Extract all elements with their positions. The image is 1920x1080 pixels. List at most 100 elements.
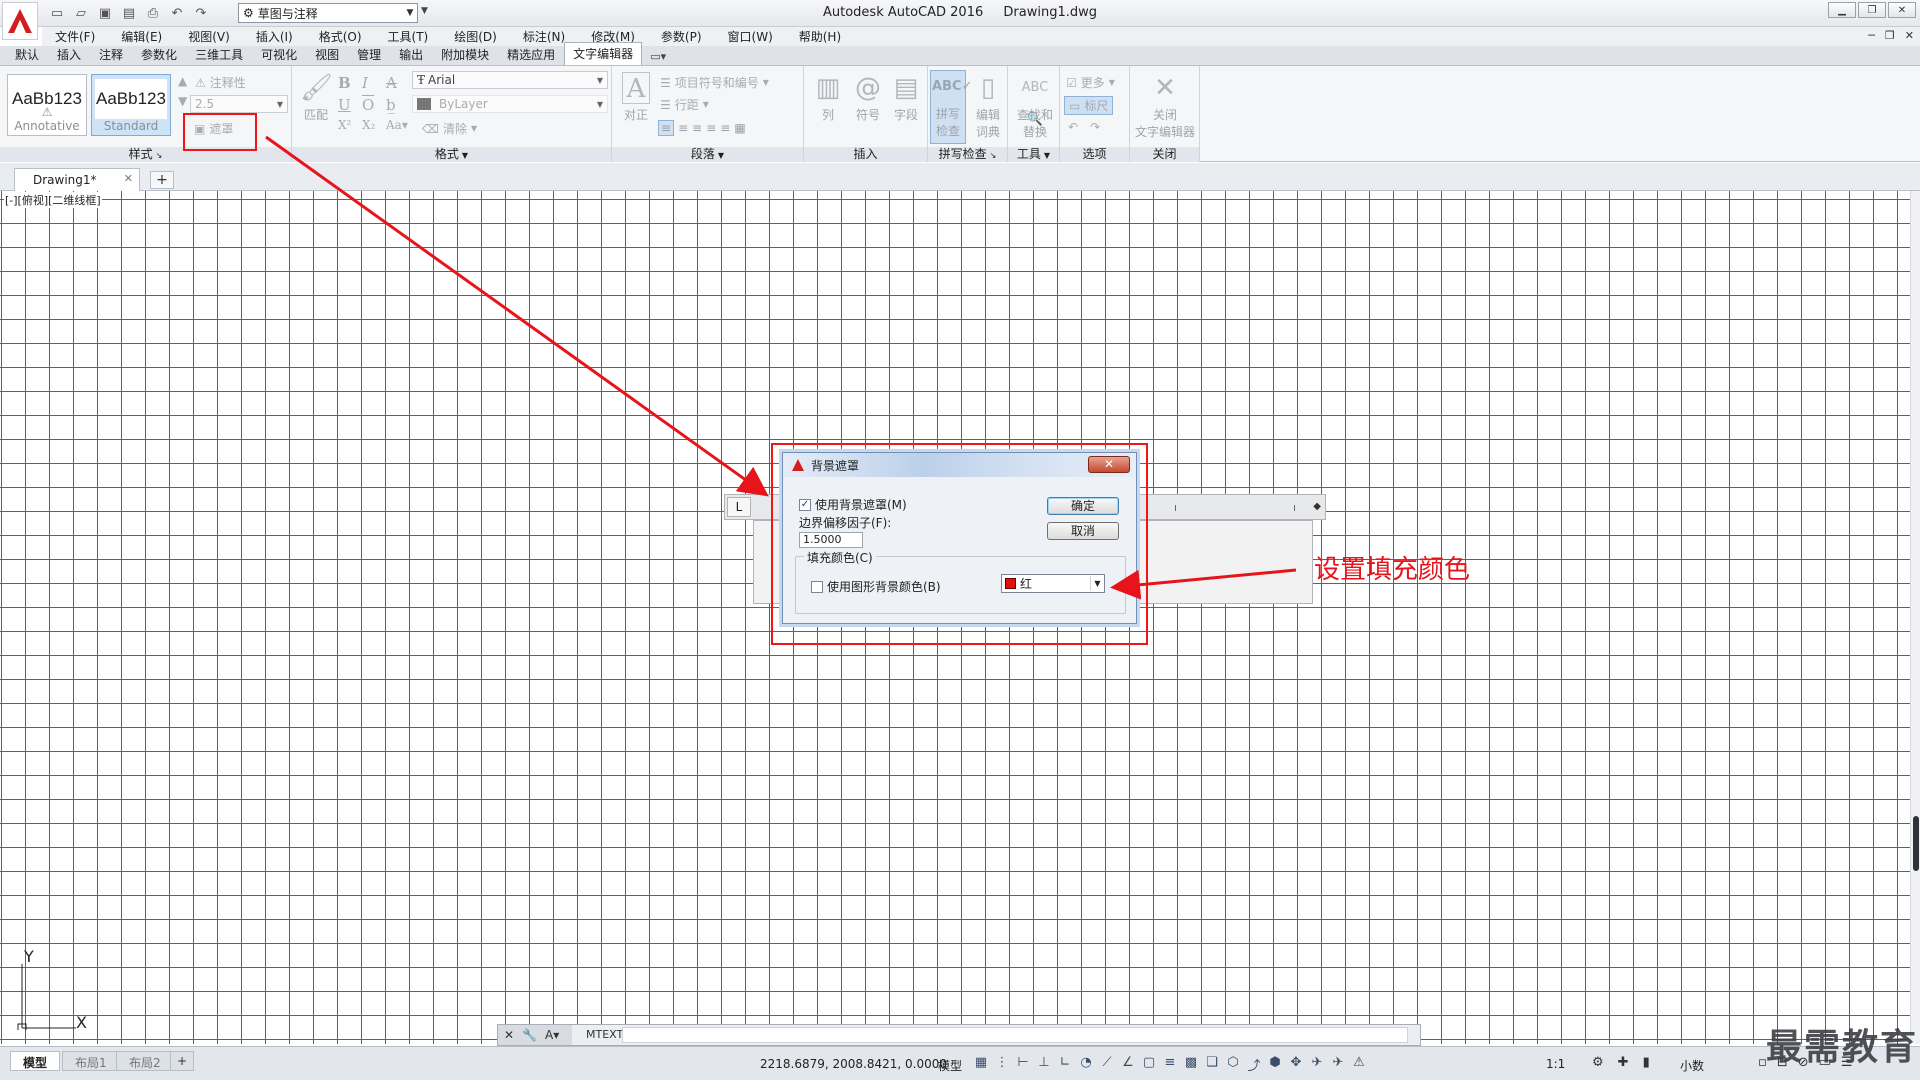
undo-icon[interactable]: ↶ <box>1068 120 1078 134</box>
font-combo[interactable]: Ŧ Arial ▼ <box>412 71 608 89</box>
doc-minimize-icon[interactable]: ─ <box>1868 29 1875 42</box>
layout-tab-layout1[interactable]: 布局1 <box>62 1051 120 1071</box>
close-text-editor-button[interactable]: ✕ 关闭 文字编辑器 <box>1134 72 1196 140</box>
chevron-down-icon[interactable]: ▼ <box>1044 151 1050 160</box>
edit-dictionary-button[interactable]: ▯ 编辑 词典 <box>970 72 1006 140</box>
viewport-controls[interactable]: [-][俯视][二维线框] <box>4 192 102 208</box>
cancel-button[interactable]: 取消 <box>1047 522 1119 540</box>
use-mask-checkbox[interactable]: ✓ 使用背景遮罩(M) <box>799 496 907 513</box>
menu-view[interactable]: 视图(V) <box>175 28 243 45</box>
scrollbar-thumb[interactable] <box>1913 816 1919 871</box>
tab-visualize[interactable]: 可视化 <box>252 44 306 65</box>
minimize-button[interactable]: ▁ <box>1828 2 1856 18</box>
menu-insert[interactable]: 插入(I) <box>243 28 306 45</box>
layout-tab-model[interactable]: 模型 <box>10 1051 61 1071</box>
ortho-icon[interactable]: ∟ <box>1058 1055 1072 1074</box>
clear-button[interactable]: ⌫ 清除 ▼ <box>422 120 477 137</box>
match-button[interactable]: 🖌 匹配 <box>298 72 334 123</box>
menu-window[interactable]: 窗口(W) <box>715 28 786 45</box>
isodraft-icon[interactable]: ⟋ <box>1100 1055 1114 1074</box>
ruler-width-handle-icon[interactable]: ◆ <box>1313 501 1321 512</box>
tab-annotate[interactable]: 注释 <box>90 44 132 65</box>
use-background-color-checkbox[interactable]: 使用图形背景颜色(B) <box>811 578 941 595</box>
annotative-toggle[interactable]: ⚠ 注释性 <box>195 74 246 91</box>
doc-close-icon[interactable]: ✕ <box>1905 29 1914 42</box>
tab-default[interactable]: 默认 <box>6 44 48 65</box>
add-layout-button[interactable]: + <box>170 1051 195 1071</box>
mask-button[interactable]: ▣ 遮罩 <box>194 120 233 137</box>
object-snap-tracking-icon[interactable]: ∠ <box>1121 1055 1135 1074</box>
new-tab-button[interactable]: + <box>150 171 174 189</box>
tab-stop-icon[interactable]: L <box>727 497 751 517</box>
tab-view[interactable]: 视图 <box>306 44 348 65</box>
infer-constraints-icon[interactable]: ⊢ <box>1016 1055 1030 1074</box>
change-case-icon[interactable]: Aa▾ <box>386 118 408 132</box>
close-icon[interactable]: ✕ <box>504 1028 514 1042</box>
menu-draw[interactable]: 绘图(D) <box>441 28 510 45</box>
annotation-scale-value[interactable]: 1:1 <box>1546 1057 1565 1071</box>
style-tile-standard[interactable]: AaBb123 Standard <box>91 74 171 136</box>
text-height-combo[interactable]: 2.5 ▼ <box>190 95 288 113</box>
tab-output[interactable]: 输出 <box>390 44 432 65</box>
dynamic-ucs-icon[interactable]: ⤴ <box>1247 1055 1261 1074</box>
units-value[interactable]: 小数 <box>1680 1057 1704 1074</box>
dialog-close-button[interactable]: ✕ <box>1088 456 1130 473</box>
fill-color-select[interactable]: 红 ▼ <box>1001 574 1105 593</box>
3d-object-snap-icon[interactable]: ⬡ <box>1226 1055 1240 1074</box>
object-snap-icon[interactable]: ▢ <box>1142 1055 1156 1074</box>
field-button[interactable]: ▤ 字段 <box>888 72 924 123</box>
style-tile-annotative[interactable]: AaBb123 ⚠ Annotative <box>7 74 87 136</box>
annotation-visibility-icon[interactable]: ✈ <box>1310 1055 1324 1074</box>
command-input[interactable] <box>622 1027 1408 1043</box>
style-scroll-up-icon[interactable]: ▲ <box>178 74 187 88</box>
tab-featured-apps[interactable]: 精选应用 <box>498 44 564 65</box>
overline-icon[interactable]: O <box>362 96 374 114</box>
isolate-icon[interactable]: ▮ <box>1643 1055 1650 1070</box>
offset-input[interactable]: 1.5000 <box>799 532 863 548</box>
annotation-scale-icon[interactable]: ⚠ <box>1352 1055 1366 1074</box>
wrench-icon[interactable]: 🔧 <box>522 1028 537 1042</box>
auto-scale-icon[interactable]: ✈ <box>1331 1055 1345 1074</box>
tab-manage[interactable]: 管理 <box>348 44 390 65</box>
doc-restore-icon[interactable]: ❐ <box>1885 29 1895 42</box>
transparency-icon[interactable]: ▩ <box>1184 1055 1198 1074</box>
application-menu-button[interactable] <box>2 2 38 40</box>
menu-file[interactable]: 文件(F) <box>42 28 108 45</box>
line-spacing-button[interactable]: ☰ 行距 ▼ <box>660 96 709 113</box>
align-justify-icon[interactable]: ≡ <box>706 121 716 135</box>
bold-icon[interactable]: B <box>338 74 351 92</box>
dynamic-input-icon[interactable]: ⊥ <box>1037 1055 1051 1074</box>
polar-icon[interactable]: ◔ <box>1079 1055 1093 1074</box>
menu-tools[interactable]: 工具(T) <box>375 28 442 45</box>
close-tab-icon[interactable]: ✕ <box>124 172 133 185</box>
close-window-button[interactable]: ✕ <box>1888 2 1916 18</box>
symbol-button[interactable]: @ 符号 <box>850 72 886 123</box>
ok-button[interactable]: 确定 <box>1047 497 1119 515</box>
plus-icon[interactable]: ✚ <box>1618 1055 1629 1070</box>
color-combo[interactable]: ByLayer ▼ <box>412 95 608 113</box>
ruler-button[interactable]: ▭ 标尺 <box>1064 96 1114 115</box>
italic-icon[interactable]: I <box>362 74 368 92</box>
justify-button[interactable]: A 对正 <box>618 72 654 123</box>
columns-button[interactable]: ▥ 列 <box>810 72 846 123</box>
menu-edit[interactable]: 编辑(E) <box>108 28 175 45</box>
menu-format[interactable]: 格式(O) <box>306 28 375 45</box>
document-tab[interactable]: Drawing1* ✕ <box>14 168 140 191</box>
recent-commands-icon[interactable]: A▾ <box>545 1028 559 1042</box>
maximize-button[interactable]: ❐ <box>1858 2 1886 18</box>
style-scroll-down-icon[interactable]: ▼ <box>178 94 187 108</box>
vertical-scrollbar[interactable] <box>1910 191 1920 1044</box>
chevron-down-icon[interactable]: ▼ <box>462 151 468 160</box>
more-button[interactable]: ☑ 更多 ▼ <box>1066 74 1115 91</box>
spell-check-button[interactable]: ABC✓ 拼写 检查 <box>930 70 972 144</box>
strikethrough-icon[interactable]: A <box>386 74 397 92</box>
ribbon-minimize-icon[interactable]: ▭▾ <box>642 48 674 65</box>
lineweight-icon[interactable]: ≡ <box>1163 1055 1177 1074</box>
layout-tab-layout2[interactable]: 布局2 <box>116 1051 174 1071</box>
tab-text-editor[interactable]: 文字编辑器 <box>564 42 643 65</box>
tab-addins[interactable]: 附加模块 <box>432 44 498 65</box>
chevron-down-icon[interactable]: ▼ <box>718 151 724 160</box>
stack-icon[interactable]: b̲ <box>386 96 396 114</box>
selection-filter-icon[interactable]: ⬢ <box>1268 1055 1282 1074</box>
align-distribute-icon[interactable]: ≡ <box>720 121 730 135</box>
